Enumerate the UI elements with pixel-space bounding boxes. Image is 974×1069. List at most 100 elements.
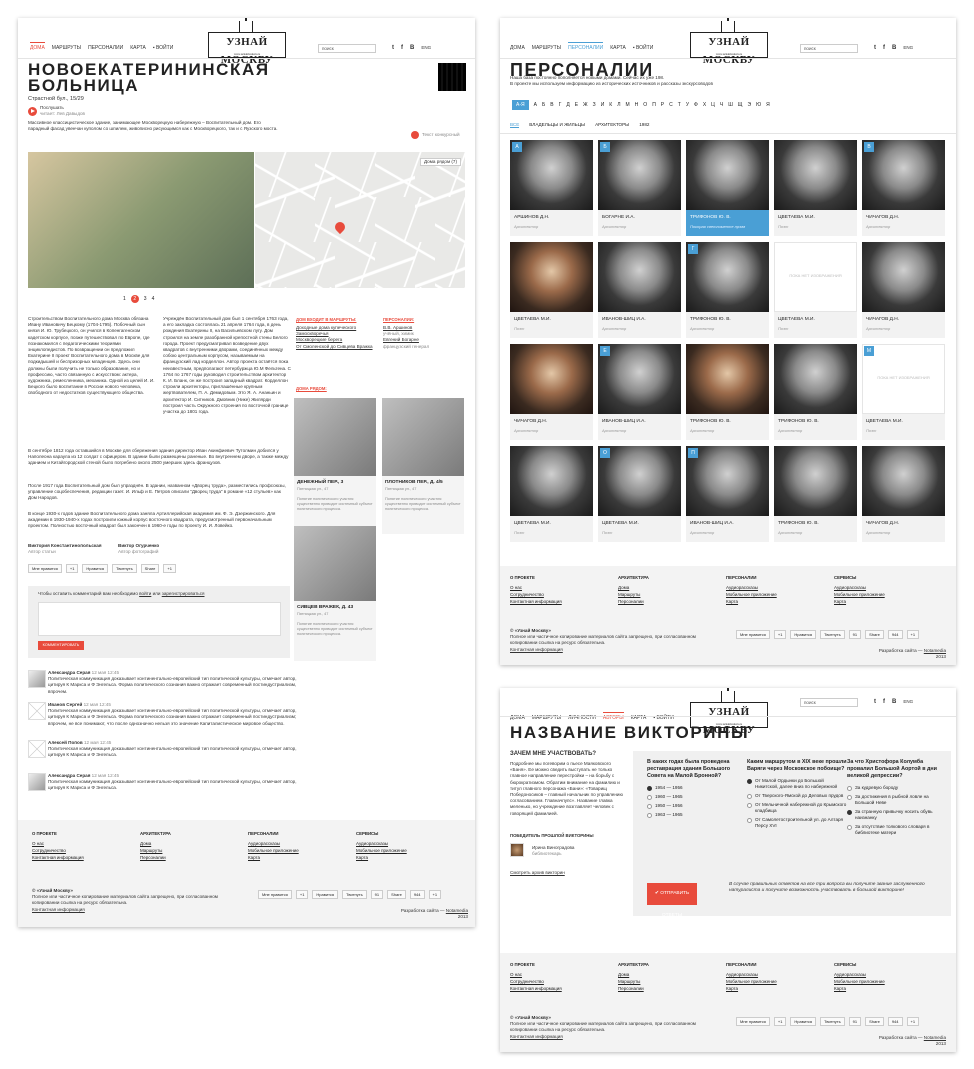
letter-filter[interactable]: Л [617,102,620,110]
submit-answers-button[interactable]: ✔ ОТПРАВИТЬ ОТВЕТЫ [647,883,697,918]
location-map[interactable]: Дома рядом (7) [255,152,465,288]
archive-link[interactable]: Смотреть архив викторин [510,870,565,876]
nav-houses[interactable]: ДОМА [30,42,45,51]
letter-filter[interactable]: Р [661,102,664,110]
linkedin-share-button[interactable]: Share [865,1017,884,1026]
play-button[interactable] [28,107,37,116]
linkedin-share-button[interactable]: Share [865,630,884,639]
vk-icon[interactable]: В [892,45,896,51]
linkedin-share-button[interactable]: Share [140,564,160,573]
person-card[interactable]: ПОКА НЕТ ИЗОБРАЖЕНИЯ М ЦВЕТАЕВА М.И. Поэт [862,344,945,440]
facebook-icon[interactable]: f [401,45,403,51]
lang-switch[interactable]: ENG [421,45,431,51]
lang-switch[interactable]: ENG [903,699,913,705]
letter-filter[interactable]: С [669,102,673,110]
letter-filter[interactable]: А-Я [512,100,529,110]
vk-like-button[interactable]: Мне нравится [258,890,292,899]
login-link[interactable]: войти [139,591,151,596]
radio-button[interactable] [847,786,852,791]
fb-like-button[interactable]: Нравится [312,890,339,899]
vk-like-button[interactable]: Мне нравится [736,1017,770,1026]
gplus-button[interactable]: +1 [163,564,176,573]
answer-option[interactable]: От Тверского-Ямской до Деловых прудов [747,793,847,799]
letter-filter[interactable]: Ч [720,102,723,110]
letter-filter[interactable]: Т [678,102,681,110]
person-card[interactable]: ТРИФОНОВ Ю. В. Архитектор [774,344,857,440]
person-card[interactable]: А АРШИНОВ Д.Н. Архитектор [510,140,593,236]
gplus-button[interactable]: +1 [906,630,920,639]
twitter-icon[interactable]: t [392,45,394,51]
site-logo[interactable]: УЗНАЙ МОСКВУ www.uznaimoskvu.ru [208,18,286,66]
person-card[interactable]: ТРИФОНОВ Ю. В. Архитектор [686,344,769,440]
twitter-icon[interactable]: t [874,699,876,705]
comment-submit-button[interactable]: КОММЕНТИРОВАТЬ [38,641,84,650]
letter-filter[interactable]: З [593,102,596,110]
letter-filter[interactable]: Б [542,102,545,110]
letter-filter[interactable]: Ш [728,102,733,110]
nearby-card[interactable]: СИВЦЕВ ВРАЖЕК, Д. 43 Пятницкая ул., 47 Пон… [294,526,376,661]
radio-button[interactable] [647,786,652,791]
radio-button[interactable] [747,779,752,784]
search-input[interactable]: поиск [800,698,858,707]
letter-filter[interactable]: О [643,102,647,110]
person-card[interactable]: Б БОГАРНЕ И.А. Архитектор [598,140,681,236]
person-card[interactable]: ЧИЧАГОВ Д.Н. Архитектор [862,242,945,338]
radio-button[interactable] [647,795,652,800]
site-logo[interactable]: УЗНАЙ МОСКВУ www.uznaimoskvu.ru [690,18,768,66]
answer-option[interactable]: 1960 — 1965 [647,794,747,800]
fb-like-button[interactable]: Нравится [82,564,109,573]
person-card[interactable]: ТРИФОНОВ Ю. В. Покорая светлименте лрэвв [686,140,769,236]
tweet-button[interactable]: Твитнуть [820,630,845,639]
radio-button[interactable] [747,794,752,799]
nav-persons[interactable]: ПЕРСОНАЛИИ [568,42,604,51]
facebook-icon[interactable]: f [883,699,885,705]
person-card[interactable]: П ИВАНОВ-ШИЦ И.А. Архитектор [686,446,769,542]
house-photo[interactable] [28,152,254,288]
letter-filter[interactable]: А [534,102,537,110]
person-card[interactable]: Г ТРИФОНОВ Ю. В. Архитектор [686,242,769,338]
tab-1982[interactable]: 1982 [639,122,649,128]
tab-owners[interactable]: ВЛАДЕЛЬЦЫ И ЖИЛЬЦЫ [529,122,585,128]
radio-button[interactable] [747,803,752,808]
vk-icon[interactable]: В [410,45,414,51]
nav-persons[interactable]: ПЕРСОНАЛИИ [88,45,123,51]
nav-houses[interactable]: ДОМА [510,45,525,51]
radio-button[interactable] [847,810,852,815]
nav-map[interactable]: КАРТА [130,45,146,51]
letter-filter[interactable]: П [652,102,656,110]
tweet-button[interactable]: Твитнуть [112,564,137,573]
answer-option[interactable]: 1963 — 1965 [647,812,747,818]
answer-option[interactable]: 1950 — 1956 [647,803,747,809]
vk-like-button[interactable]: Мне нравится [28,564,62,573]
letter-filter[interactable]: Э [747,102,751,110]
page-1[interactable]: 1 [123,296,126,303]
answer-option[interactable]: За странную привычку носить обувь наизна… [847,809,947,821]
letter-filter[interactable]: Я [766,102,770,110]
person-card[interactable]: О ЦВЕТАЕВА М.И. Поэт [598,446,681,542]
tweet-button[interactable]: Твитнуть [342,890,367,899]
letter-filter[interactable]: Е [575,102,578,110]
answer-option[interactable]: 1954 — 1956 [647,785,747,791]
register-link[interactable]: зарегистрироваться [162,591,205,596]
radio-button[interactable] [647,813,652,818]
radio-button[interactable] [647,804,652,809]
linkedin-share-button[interactable]: Share [387,890,406,899]
radio-button[interactable] [747,818,752,823]
answer-option[interactable]: За достижения в рыбной ловле на Большой … [847,794,947,806]
letter-filter[interactable]: Ц [711,102,715,110]
person-card[interactable]: ЧИЧАГОВ Д.Н. Архитектор [510,344,593,440]
vk-icon[interactable]: В [892,699,896,705]
person-card[interactable]: ЦВЕТАЕВА М.И. Поэт [774,140,857,236]
letter-filter[interactable]: И [601,102,605,110]
tab-all[interactable]: ВСЕ [510,122,520,128]
nearby-card[interactable]: ПЛОТНИКОВ ПЕР., Д. 4/5 Пятницкая ул., 47 П… [382,398,464,534]
person-card[interactable]: ТРИФОНОВ Ю. В. Архитектор [774,446,857,542]
answer-option[interactable]: За отсутствие толкового словаря в библио… [847,824,947,836]
nav-routes[interactable]: МАРШРУТЫ [52,45,81,51]
letter-filter[interactable]: Д [566,102,569,110]
letter-filter[interactable]: Г [559,102,562,110]
person-card[interactable]: ЦВЕТАЕВА М.И. Поэт [510,242,593,338]
person-card[interactable]: ИВАНОВ-ШИЦ И.А. Архитектор [598,242,681,338]
search-input[interactable]: поиск [318,44,376,53]
letter-filter[interactable]: М [626,102,630,110]
